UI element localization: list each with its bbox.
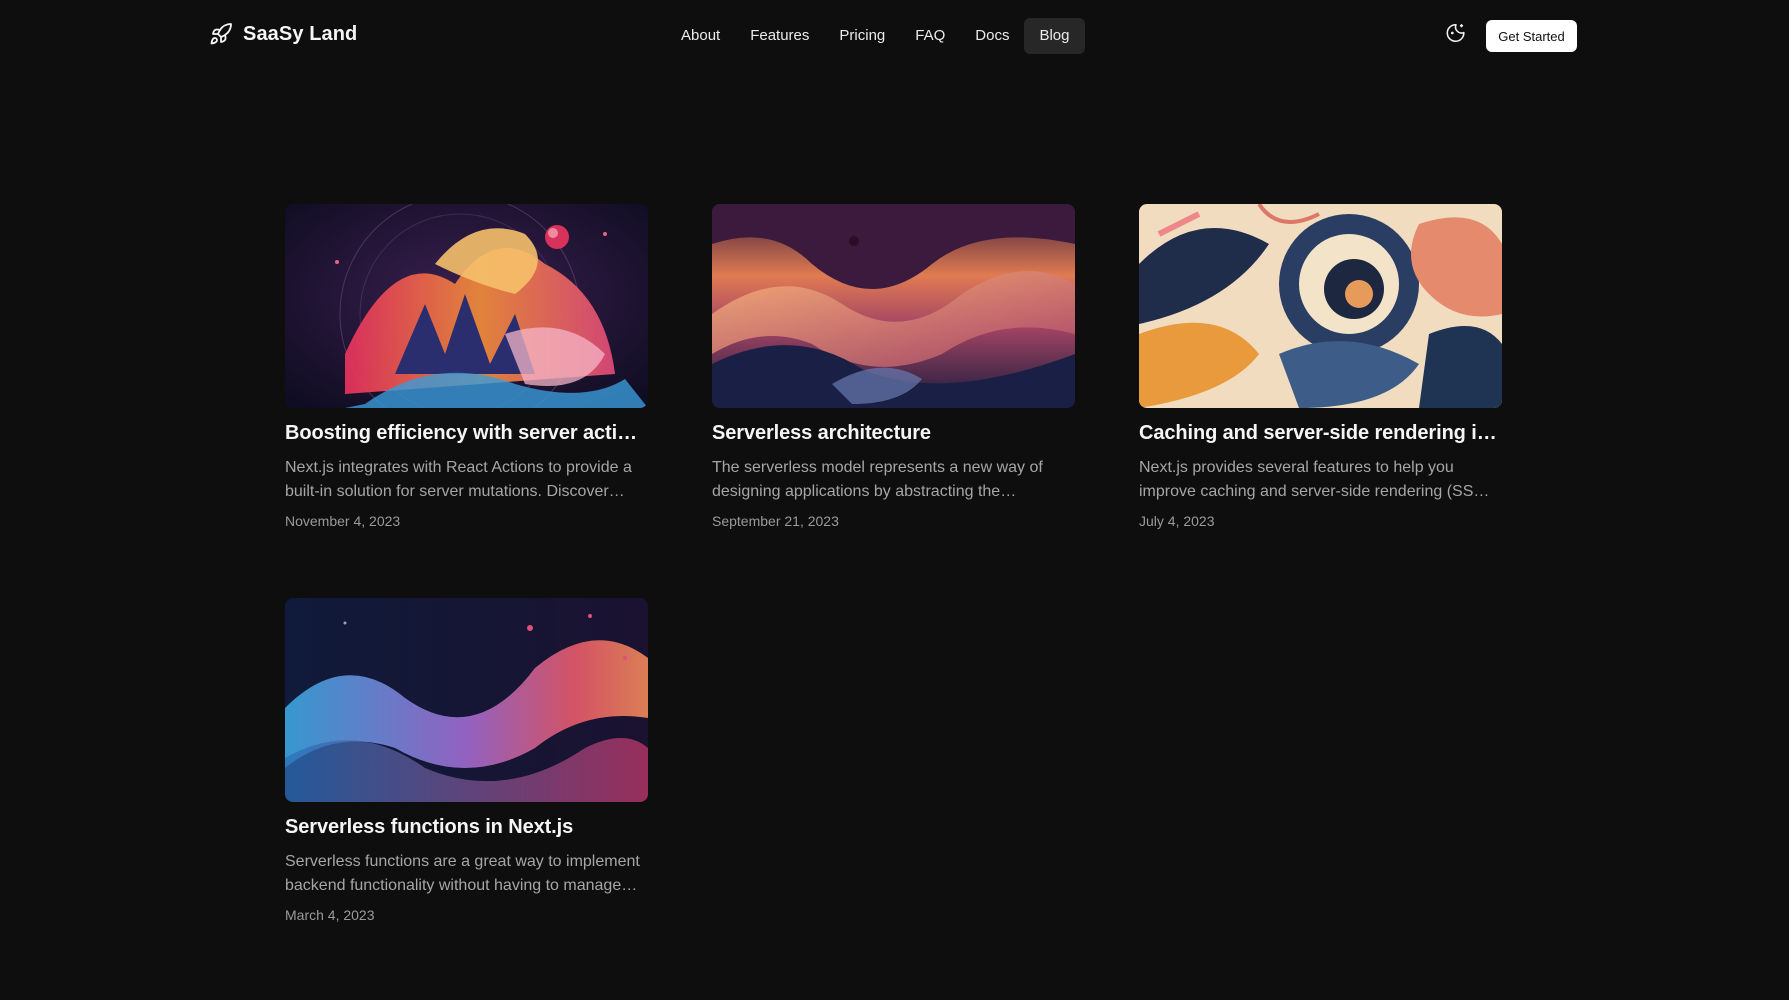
post-cover-image[interactable] [712, 204, 1075, 408]
post-excerpt: The serverless model represents a new wa… [712, 459, 1043, 500]
post-cover-image[interactable] [285, 598, 648, 802]
blog-card[interactable]: Serverless functions in Next.js Serverle… [285, 598, 648, 924]
post-excerpt: Next.js provides several features to hel… [1139, 459, 1490, 500]
nav-blog[interactable]: Blog [1024, 18, 1085, 54]
post-title[interactable]: Boosting efficiency with server actions [285, 420, 648, 446]
post-date: March 4, 2023 [285, 907, 375, 923]
post-title[interactable]: Caching and server-side rendering in… [1139, 420, 1502, 446]
post-excerpt: Serverless functions are a great way to … [285, 853, 640, 894]
blog-card[interactable]: Serverless architecture The serverless m… [712, 204, 1075, 530]
theme-toggle-button[interactable] [1443, 22, 1469, 48]
post-date: September 21, 2023 [712, 513, 839, 529]
blog-card[interactable]: Boosting efficiency with server actions … [285, 204, 648, 530]
nav-faq[interactable]: FAQ [900, 18, 960, 54]
brand-name: SaaSy Land [243, 22, 358, 45]
get-started-button[interactable]: Get Started [1486, 20, 1577, 52]
site-header: SaaSy Land About Features Pricing FAQ Do… [0, 0, 1789, 72]
post-cover-image[interactable] [285, 204, 648, 408]
nav-about[interactable]: About [666, 18, 735, 54]
rocket-icon [209, 22, 233, 46]
brand-link[interactable]: SaaSy Land [209, 22, 357, 46]
nav-features[interactable]: Features [735, 18, 824, 54]
moon-sun-icon [1445, 22, 1467, 49]
nav-pricing[interactable]: Pricing [824, 18, 900, 54]
nav-docs[interactable]: Docs [960, 18, 1024, 54]
post-cover-image[interactable] [1139, 204, 1502, 408]
post-excerpt: Next.js integrates with React Actions to… [285, 459, 632, 500]
post-title[interactable]: Serverless functions in Next.js [285, 814, 648, 840]
post-title[interactable]: Serverless architecture [712, 420, 1075, 446]
post-date: November 4, 2023 [285, 513, 401, 529]
main-nav: About Features Pricing FAQ Docs Blog [666, 18, 1085, 54]
post-date: July 4, 2023 [1139, 513, 1215, 529]
blog-card[interactable]: Caching and server-side rendering in… Ne… [1139, 204, 1502, 530]
